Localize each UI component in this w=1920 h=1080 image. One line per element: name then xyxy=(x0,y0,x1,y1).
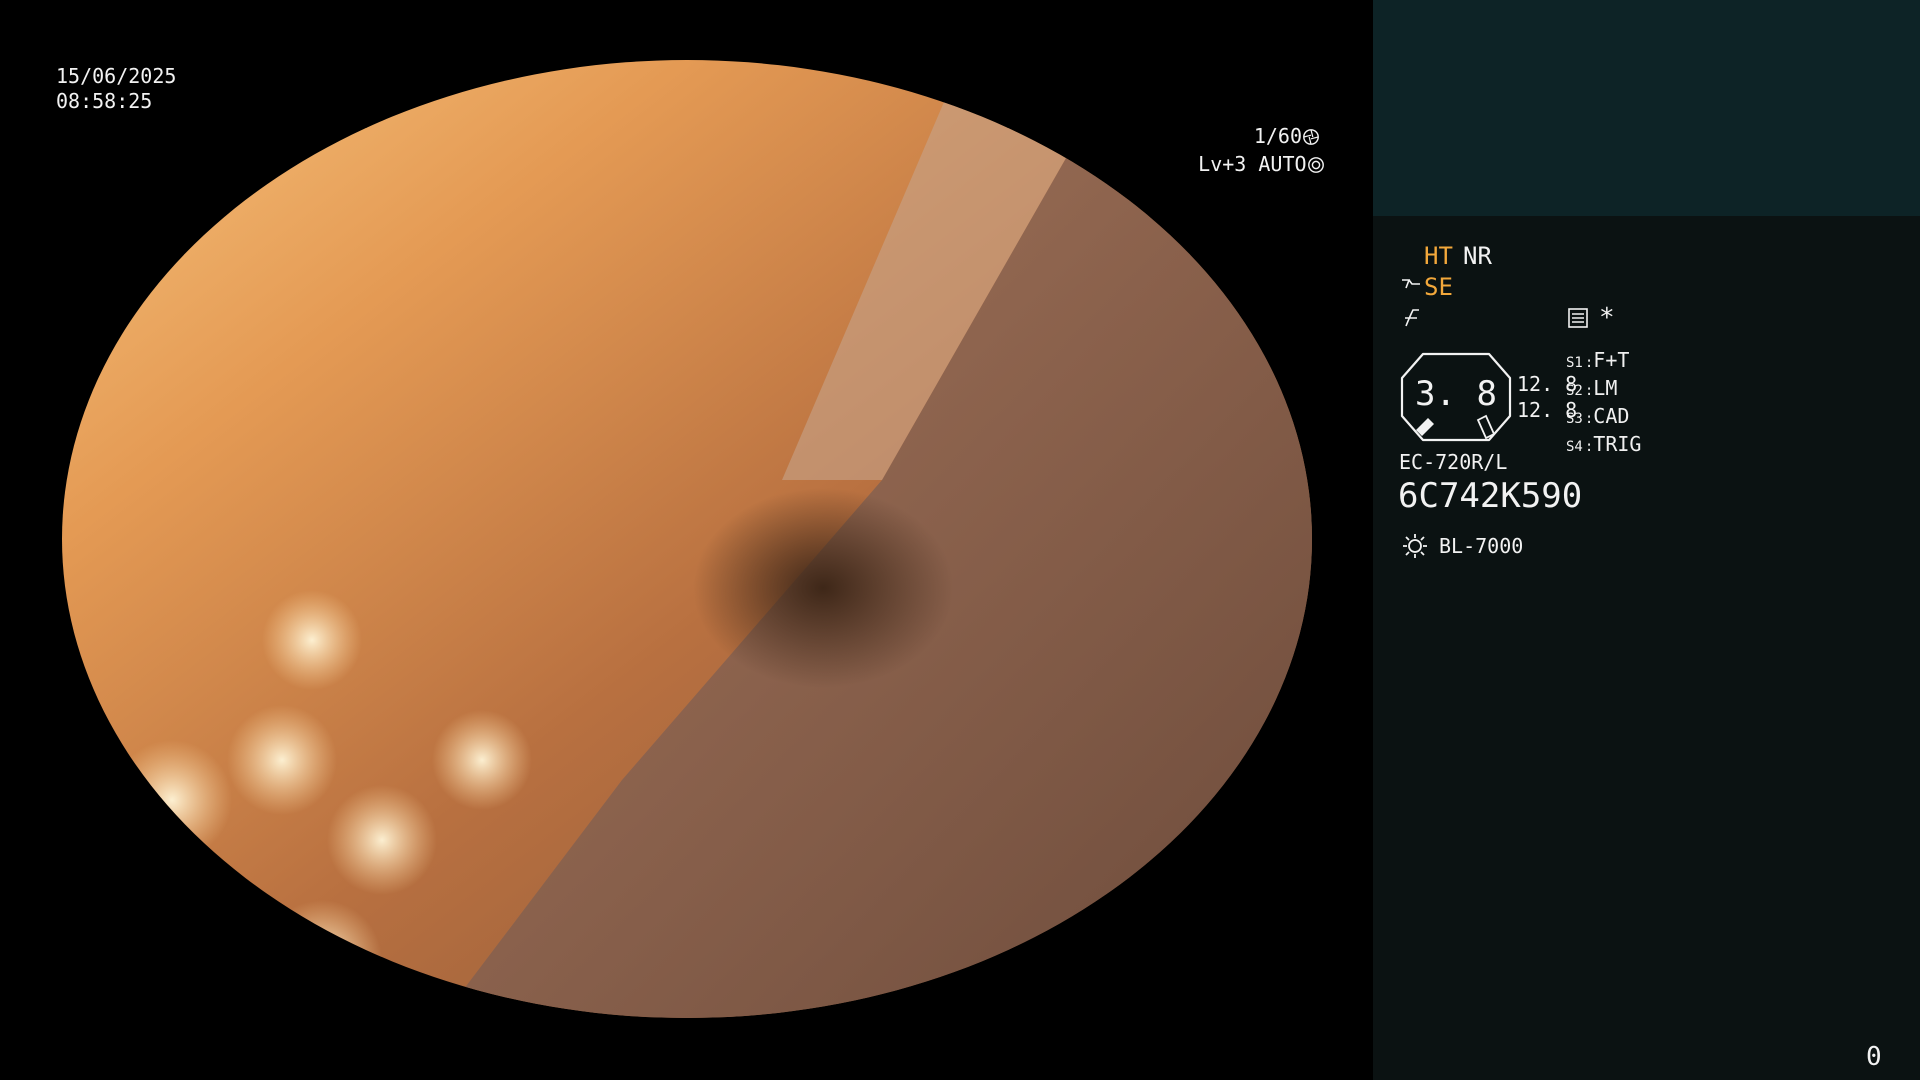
scope-switch-value: CAD xyxy=(1593,404,1630,428)
info-panel: HT NR SE * 3. 8 12. 8 12. 8 S1:F+T S2:LM… xyxy=(1373,0,1920,1080)
nr-indicator: NR xyxy=(1463,242,1492,270)
scope-switch-value: LM xyxy=(1593,376,1618,400)
frame-counter: 0 xyxy=(1866,1042,1882,1072)
memo-icon xyxy=(1568,308,1588,328)
endoscope-view xyxy=(62,60,1312,1018)
thumbnail-area xyxy=(1373,0,1920,216)
gauge-value: 3. 8 xyxy=(1415,374,1497,414)
bulb-icon xyxy=(1403,534,1427,558)
f-icon xyxy=(1405,309,1419,327)
scope-switch-3: S3:CAD xyxy=(1566,404,1630,428)
scope-switch-value: F+T xyxy=(1593,348,1630,372)
se-icon xyxy=(1402,279,1420,289)
iris-icon xyxy=(1307,157,1324,173)
scope-switch-list: S1:F+T S2:LM S3:CAD S4:TRIG xyxy=(1566,348,1641,460)
scope-switch-key: S3 xyxy=(1566,411,1583,427)
video-area: 15/06/2025 08:58:25 1/60 Lv+3 AUTO xyxy=(0,0,1373,1080)
se-indicator: SE xyxy=(1424,273,1453,301)
star-indicator: * xyxy=(1599,303,1615,333)
light-source: BL-7000 xyxy=(1439,534,1524,558)
endoscope-image xyxy=(62,60,1312,1018)
time-readout: 08:58:25 xyxy=(56,89,153,113)
scope-switch-value: TRIG xyxy=(1593,432,1642,456)
scope-model: EC-720R/L xyxy=(1399,450,1508,474)
level-label: Lv+3 AUTO xyxy=(1198,152,1307,176)
scope-switch-key: S2 xyxy=(1566,383,1583,399)
scope-switch-2: S2:LM xyxy=(1566,376,1618,400)
scope-serial: 6C742K590 xyxy=(1398,476,1583,516)
scope-switch-key: S4 xyxy=(1566,439,1583,455)
date-readout: 15/06/2025 xyxy=(56,64,177,88)
ht-indicator: HT xyxy=(1424,242,1453,270)
scope-switch-4: S4:TRIG xyxy=(1566,432,1642,456)
scope-switch-1: S1:F+T xyxy=(1566,348,1630,372)
level-readout: Lv+3 AUTO xyxy=(1150,127,1324,202)
scope-switch-key: S1 xyxy=(1566,355,1583,371)
